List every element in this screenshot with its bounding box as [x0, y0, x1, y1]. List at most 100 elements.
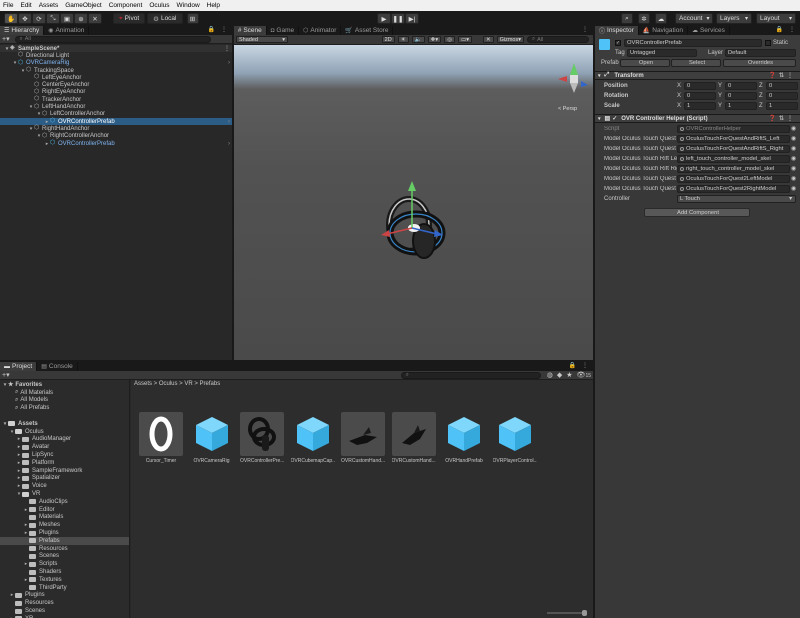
asset-item[interactable]: OVRControllerPre... [240, 412, 284, 470]
project-tree-item[interactable]: ▸ AudioManager [0, 436, 129, 444]
asset-item[interactable]: OVRHandPrefab [442, 412, 486, 470]
model-field-0-field[interactable]: OculusTouchForQuestAndRiftS_Left [677, 135, 790, 143]
component-menu-icon[interactable]: ❓⇅⋮ [769, 115, 797, 122]
menu-item-gameobject[interactable]: GameObject [65, 2, 102, 9]
project-tree-item[interactable]: ▾ ★ Favorites [0, 381, 129, 389]
asset-item[interactable]: OVRCubemapCap... [291, 412, 335, 470]
project-tree-item[interactable]: Resources [0, 599, 129, 607]
transform-scale-y-field[interactable]: 1 [725, 102, 757, 110]
custom-tool-button[interactable]: ✕ [88, 13, 102, 24]
project-tree-item[interactable]: ▾ Assets [0, 420, 129, 428]
menu-item-help[interactable]: Help [207, 2, 220, 9]
project-tree-item[interactable]: ⌕ All Models [0, 397, 129, 405]
scene-menu-icon[interactable]: ⋮ [224, 45, 230, 52]
layer-dropdown[interactable]: Default [725, 49, 796, 57]
hierarchy-row[interactable]: ⬡ CenterEyeAnchor [0, 81, 232, 89]
tab-hierarchy[interactable]: ☰ Hierarchy [0, 26, 45, 35]
gizmos-dropdown[interactable]: Gizmos ▾ [496, 36, 524, 43]
inspector-panel-menu-icon[interactable]: 🔒 ⋮ [776, 26, 797, 33]
scale-tool-button[interactable]: ⤡ [46, 13, 60, 24]
project-tree-item[interactable]: ▾ VR [0, 490, 129, 498]
project-tree-item[interactable]: ▸ LipSync [0, 451, 129, 459]
project-tab-console[interactable]: ▤ Console [37, 362, 78, 371]
account-dropdown[interactable]: Account [675, 13, 713, 24]
project-tree-item[interactable]: Scenes [0, 553, 129, 561]
project-tree-item[interactable]: ⌕ All Prefabs [0, 404, 129, 412]
model-field-4-field[interactable]: OculusTouchForQuest2LeftModel [677, 175, 790, 183]
project-tree-item[interactable]: ▸ Editor [0, 506, 129, 514]
controller-dropdown[interactable]: L Touch ▾ [677, 195, 796, 203]
project-tree-item[interactable]: ▸ Plugins [0, 529, 129, 537]
thumbnail-size-slider[interactable] [547, 610, 587, 616]
transform-rotation-y-field[interactable]: 0 [725, 92, 757, 100]
project-tree-item[interactable]: ▸ Spatializer [0, 475, 129, 483]
hierarchy-row[interactable]: ▾ ⬡ LeftControllerAnchor [0, 111, 232, 118]
scene-search-input[interactable]: ⌕ All [527, 36, 589, 43]
view-orientation-gizmo[interactable] [558, 63, 588, 93]
project-tree-item[interactable]: ⌕ All Materials [0, 389, 129, 397]
project-tree-item[interactable]: ▸ SampleFramework [0, 467, 129, 475]
project-tree-item[interactable]: ▾ Oculus [0, 428, 129, 436]
model-field-1-field[interactable]: OculusTouchForQuestAndRiftS_Right [677, 145, 790, 153]
hierarchy-row[interactable]: ▾ ⬡ RightControllerAnchor [0, 133, 232, 140]
project-tab-project[interactable]: ▬ Project [0, 362, 38, 371]
object-name-field[interactable]: OVRControllerPrefab [624, 39, 762, 47]
select-prefab-button[interactable]: Select [671, 59, 721, 67]
hierarchy-row[interactable]: ▾ ◈ SampleScene* ⋮ [0, 45, 232, 53]
filter-label-icon[interactable]: ◆ [557, 371, 562, 379]
inspector-tab-navigation[interactable]: ⛵ Navigation [639, 26, 688, 35]
asset-item[interactable]: OVRCustomHand... [341, 412, 385, 470]
project-tree-item[interactable]: ▸ Meshes [0, 521, 129, 529]
transform-scale-x-field[interactable]: 1 [684, 102, 716, 110]
scene-tab-game[interactable]: ◘ Game [267, 26, 300, 35]
project-tree-item[interactable]: Resources [0, 545, 129, 553]
hand-tool-button[interactable]: ✋ [4, 13, 18, 24]
step-button[interactable]: ▶| [405, 13, 419, 24]
shading-dropdown[interactable]: Shaded ▾ [236, 36, 288, 43]
search-button[interactable]: ⌕ [621, 13, 633, 24]
project-search-input[interactable]: ⌕ [400, 371, 541, 379]
add-icon[interactable]: +▾ [2, 35, 10, 43]
component-menu-icon[interactable]: ❓⇅⋮ [769, 72, 797, 79]
layers-dropdown[interactable]: Layers [716, 13, 752, 24]
hierarchy-row[interactable]: ▾ ⬡ RightHandAnchor [0, 125, 232, 132]
hierarchy-row[interactable]: ⬡ Directional Light [0, 52, 232, 59]
project-tree-item[interactable]: ▸ Platform [0, 459, 129, 467]
inspector-tab-services[interactable]: ☁ Services [688, 26, 730, 35]
menu-item-window[interactable]: Window [177, 2, 200, 9]
hierarchy-row[interactable]: ▾ ⬡ OVRCameraRig › [0, 60, 232, 67]
project-tree-item[interactable]: Scenes [0, 607, 129, 615]
play-button[interactable]: ▶ [377, 13, 391, 24]
script-field[interactable]: OVRControllerHelper [677, 125, 790, 133]
transform-position-y-field[interactable]: 0 [725, 82, 757, 90]
persp-label[interactable]: < Persp [558, 106, 577, 112]
project-tree-item[interactable]: ▸ Voice [0, 482, 129, 490]
camera-settings[interactable]: ▭▾ [458, 36, 472, 43]
static-toggle[interactable]: Static [765, 40, 788, 46]
menu-item-oculus[interactable]: Oculus [149, 2, 169, 9]
hierarchy-search-input[interactable]: ⌕ All [14, 35, 211, 43]
pivot-toggle[interactable]: ⌖ Pivot [113, 13, 146, 24]
transform-position-x-field[interactable]: 0 [684, 82, 716, 90]
tab-animation[interactable]: ◉ Animation [44, 26, 90, 35]
hierarchy-row[interactable]: ⬡ RightEyeAnchor [0, 89, 232, 96]
layout-dropdown[interactable]: Layout [756, 13, 796, 24]
filter-type-icon[interactable]: ◍ [547, 371, 553, 379]
open-prefab-chevron-icon[interactable]: › [228, 141, 230, 147]
effects-dropdown[interactable]: ❖▾ [427, 36, 442, 43]
model-field-1-picker-icon[interactable]: ◉ [791, 145, 796, 152]
asset-item[interactable]: OVRCustomHand... [391, 412, 436, 470]
active-checkbox[interactable]: ✓ [615, 40, 621, 46]
hierarchy-row[interactable]: ⬡ TrackerAnchor [0, 96, 232, 103]
open-prefab-button[interactable]: Open [620, 59, 670, 67]
pause-button[interactable]: ❚❚ [391, 13, 405, 24]
asset-item[interactable]: OVRPlayerControl... [493, 412, 537, 470]
script-component-header[interactable]: ▾ ▤ ✓ OVR Controller Helper (Script) ❓⇅⋮ [595, 114, 800, 123]
scene-tab-animator[interactable]: ⬡ Animator [299, 26, 342, 35]
tools-icon-button[interactable]: ✕ [482, 36, 494, 43]
audio-toggle[interactable]: 🔈 [411, 36, 425, 43]
cloud-button[interactable]: ☁ [655, 13, 667, 24]
transform-tool-button[interactable]: ⊕ [74, 13, 88, 24]
model-field-3-picker-icon[interactable]: ◉ [791, 165, 796, 172]
scene-panel-menu-icon[interactable]: ⋮ [582, 26, 590, 33]
